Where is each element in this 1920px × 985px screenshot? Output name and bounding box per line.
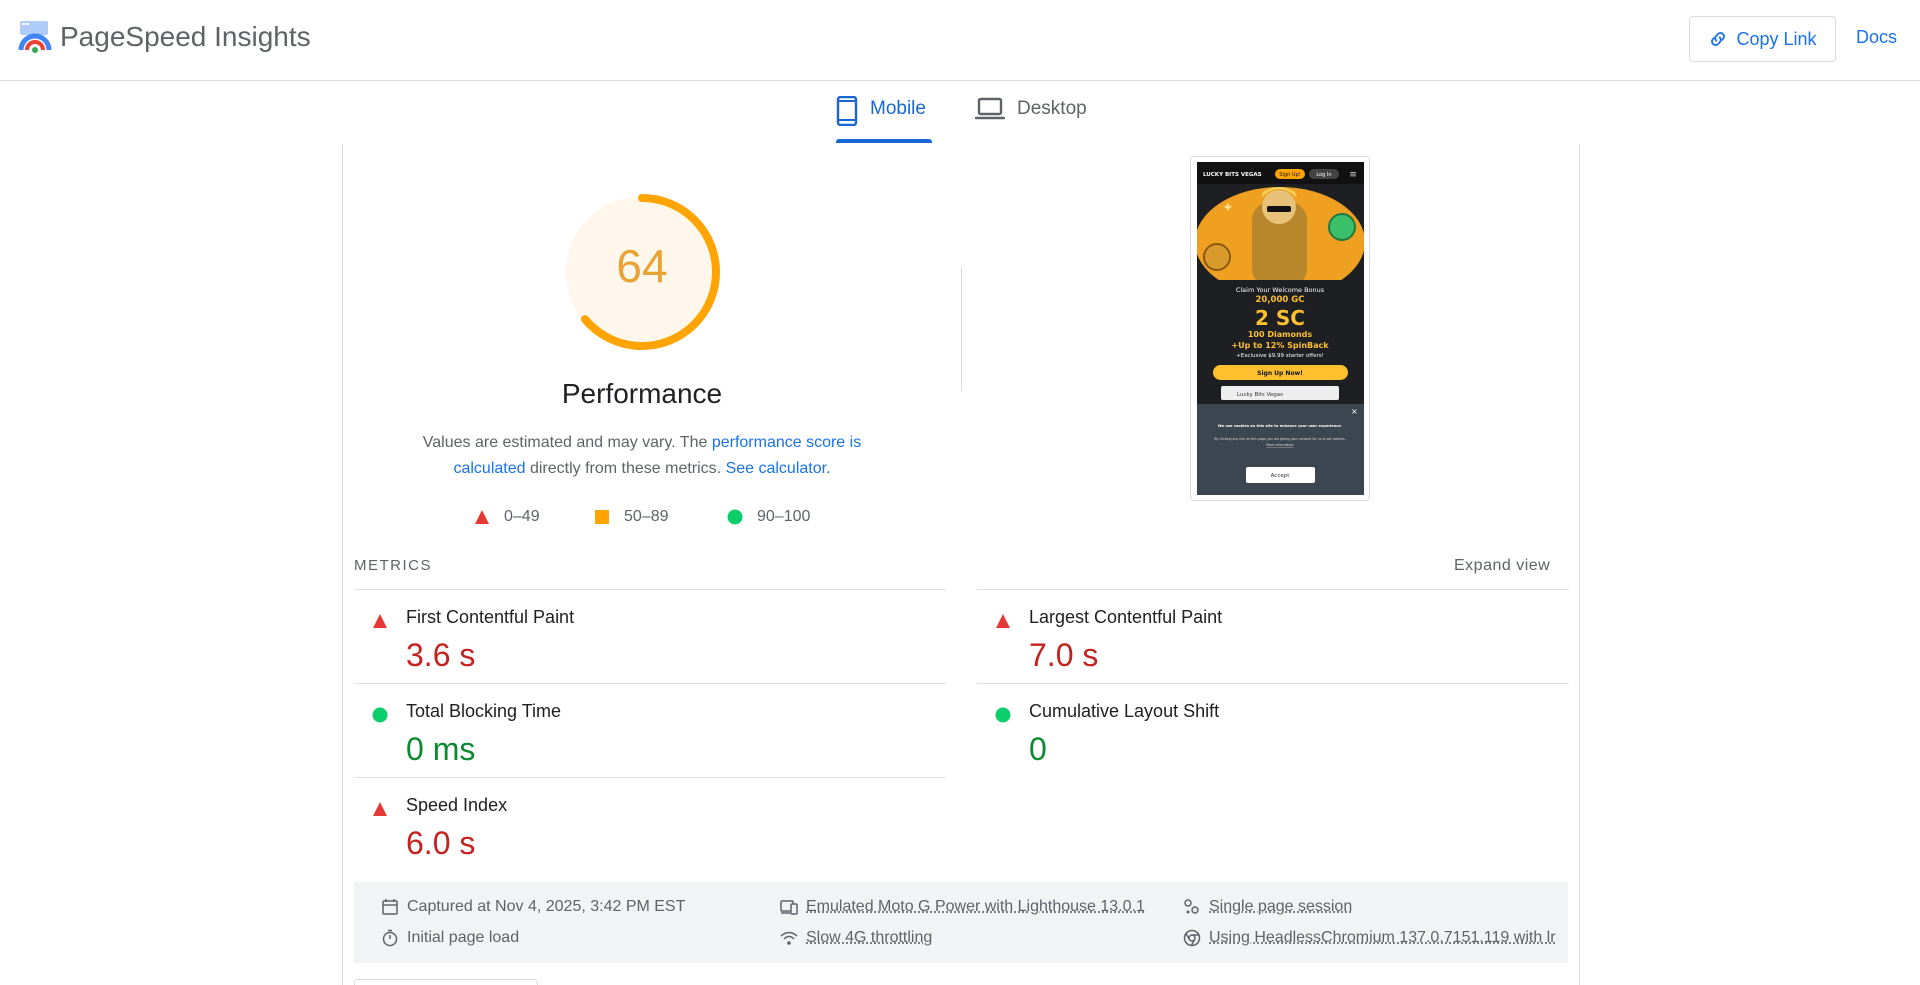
metric-name: First Contentful Paint (406, 607, 575, 627)
legend-pass: 90–100 (727, 505, 810, 529)
metric-value: 3.6 s (406, 637, 476, 673)
shot-signup: Sign Up! (1279, 172, 1300, 178)
copy-link-label: Copy Link (1736, 28, 1817, 49)
link-icon (1711, 32, 1726, 46)
card-border-right (1579, 144, 1580, 985)
metrics-heading: METRICS (354, 557, 432, 574)
emulated-device-text: Emulated Moto G Power with Lighthouse 13… (806, 898, 1145, 915)
shot-starter: +Exclusive $9.99 starter offers! (1236, 353, 1324, 359)
pagespeed-logo-icon (18, 21, 52, 53)
chromium-icon (1183, 929, 1201, 947)
pass-circle-icon (372, 707, 388, 723)
metric-value: 6.0 s (406, 825, 476, 861)
legend-pass-label: 90–100 (757, 508, 811, 525)
legend-fail-label: 0–49 (504, 508, 540, 525)
section-divider (961, 267, 962, 391)
desc-text-1: Values are estimated and may vary. The (422, 434, 712, 451)
metrics-divider (354, 589, 946, 590)
performance-score: 64 (616, 240, 668, 292)
metric-value: 0 ms (406, 731, 476, 767)
tab-desktop-label: Desktop (1017, 98, 1087, 119)
metric-name: Total Blocking Time (406, 701, 562, 721)
legend-average-label: 50–89 (624, 508, 669, 525)
browser-text: Using HeadlessChromium 137.0.7151.119 wi… (1209, 929, 1556, 946)
metric-speed-index: Speed Index 6.0 s (354, 781, 914, 871)
metric-value: 0 (1029, 731, 1047, 767)
orange-square-icon (595, 510, 609, 524)
initial-load: Initial page load (381, 929, 519, 947)
calendar-icon (382, 899, 398, 915)
devices-icon (780, 900, 798, 915)
network-throttling[interactable]: Slow 4G throttling (780, 929, 932, 947)
tab-mobile[interactable]: Mobile (836, 96, 926, 144)
brand-title[interactable]: PageSpeed Insights (60, 20, 311, 54)
active-tab-indicator (836, 139, 932, 143)
runtime-settings: Captured at Nov 4, 2025, 3:42 PM EST Ini… (354, 882, 1568, 963)
metrics-divider (977, 589, 1569, 590)
metrics-divider (354, 683, 946, 684)
initial-load-text: Initial page load (407, 929, 520, 946)
shot-second: Lucky Bits Vegas (1237, 392, 1283, 398)
docs-link[interactable]: Docs (1856, 27, 1897, 48)
pass-circle-icon (995, 707, 1011, 723)
fail-triangle-icon (373, 802, 387, 816)
tab-mobile-label: Mobile (870, 98, 926, 119)
expand-view-toggle[interactable]: Expand view (1454, 557, 1550, 575)
see-calculator-link[interactable]: See calculator. (726, 460, 831, 477)
shot-cta: Sign Up Now! (1257, 370, 1303, 377)
captured-at-text: Captured at Nov 4, 2025, 3:42 PM EST (407, 898, 686, 915)
session-type[interactable]: Single page session (1183, 898, 1352, 916)
shot-gc: 20,000 GC (1256, 295, 1305, 305)
shot-login: Log In (1316, 172, 1331, 178)
performance-description: Values are estimated and may vary. The p… (402, 430, 882, 482)
page-screenshot[interactable]: LUCKY BITS VEGAS Sign Up! Log In ≡ ✦ Cla… (1197, 162, 1364, 495)
metric-total-blocking-time: Total Blocking Time 0 ms (354, 687, 914, 777)
browser-version[interactable]: Using HeadlessChromium 137.0.7151.119 wi… (1183, 929, 1565, 947)
shot-cookie-2: By clicking any link on this page you ar… (1214, 437, 1345, 441)
wifi-icon (780, 931, 798, 945)
shot-brand: LUCKY BITS VEGAS (1203, 172, 1262, 178)
metrics-divider (354, 777, 946, 778)
svg-text:×: × (1351, 407, 1358, 416)
shot-cookie-1: We use cookies on this site to enhance y… (1218, 424, 1342, 428)
shot-diamonds: 100 Diamonds (1248, 330, 1313, 339)
partial-button[interactable] (354, 979, 538, 985)
svg-text:≡: ≡ (1349, 170, 1357, 180)
session-icon (1184, 899, 1199, 914)
legend-average: 50–89 (594, 505, 669, 529)
tab-desktop[interactable]: Desktop (975, 96, 1087, 144)
copy-link-button[interactable]: Copy Link (1689, 16, 1836, 62)
card-border-left (342, 144, 343, 985)
svg-text:✦: ✦ (1222, 200, 1234, 216)
metric-largest-contentful-paint: Largest Contentful Paint 7.0 s (977, 593, 1537, 683)
metric-first-contentful-paint: First Contentful Paint 3.6 s (354, 593, 914, 683)
shot-claim: Claim Your Welcome Bonus (1236, 286, 1325, 294)
red-triangle-icon (475, 510, 489, 524)
fail-triangle-icon (996, 614, 1010, 628)
app-header: PageSpeed Insights Copy Link Docs (0, 0, 1920, 81)
laptop-icon (975, 97, 1005, 120)
green-circle-icon (727, 509, 743, 525)
shot-accept: Accept (1271, 473, 1291, 479)
smartphone-icon (836, 96, 858, 126)
timer-icon (382, 929, 398, 947)
metric-name: Speed Index (406, 795, 508, 815)
fail-triangle-icon (373, 614, 387, 628)
emulated-device[interactable]: Emulated Moto G Power with Lighthouse 13… (780, 898, 1145, 916)
metric-name: Cumulative Layout Shift (1029, 701, 1220, 721)
metric-name: Largest Contentful Paint (1029, 607, 1223, 627)
metrics-divider (977, 683, 1569, 684)
performance-title: Performance (561, 378, 723, 409)
metric-value: 7.0 s (1029, 637, 1099, 673)
legend-fail: 0–49 (474, 505, 540, 529)
throttling-text: Slow 4G throttling (806, 929, 933, 946)
metric-cumulative-layout-shift: Cumulative Layout Shift 0 (977, 687, 1537, 777)
session-text: Single page session (1209, 898, 1353, 915)
shot-sc: 2 SC (1255, 306, 1305, 330)
shot-spinback: +Up to 12% SpinBack (1231, 341, 1329, 350)
desc-text-2: directly from these metrics. (525, 460, 726, 477)
shot-cookie-more: More information (1266, 443, 1293, 447)
device-tabs: Mobile Desktop (0, 82, 1920, 144)
captured-at: Captured at Nov 4, 2025, 3:42 PM EST (381, 898, 685, 916)
